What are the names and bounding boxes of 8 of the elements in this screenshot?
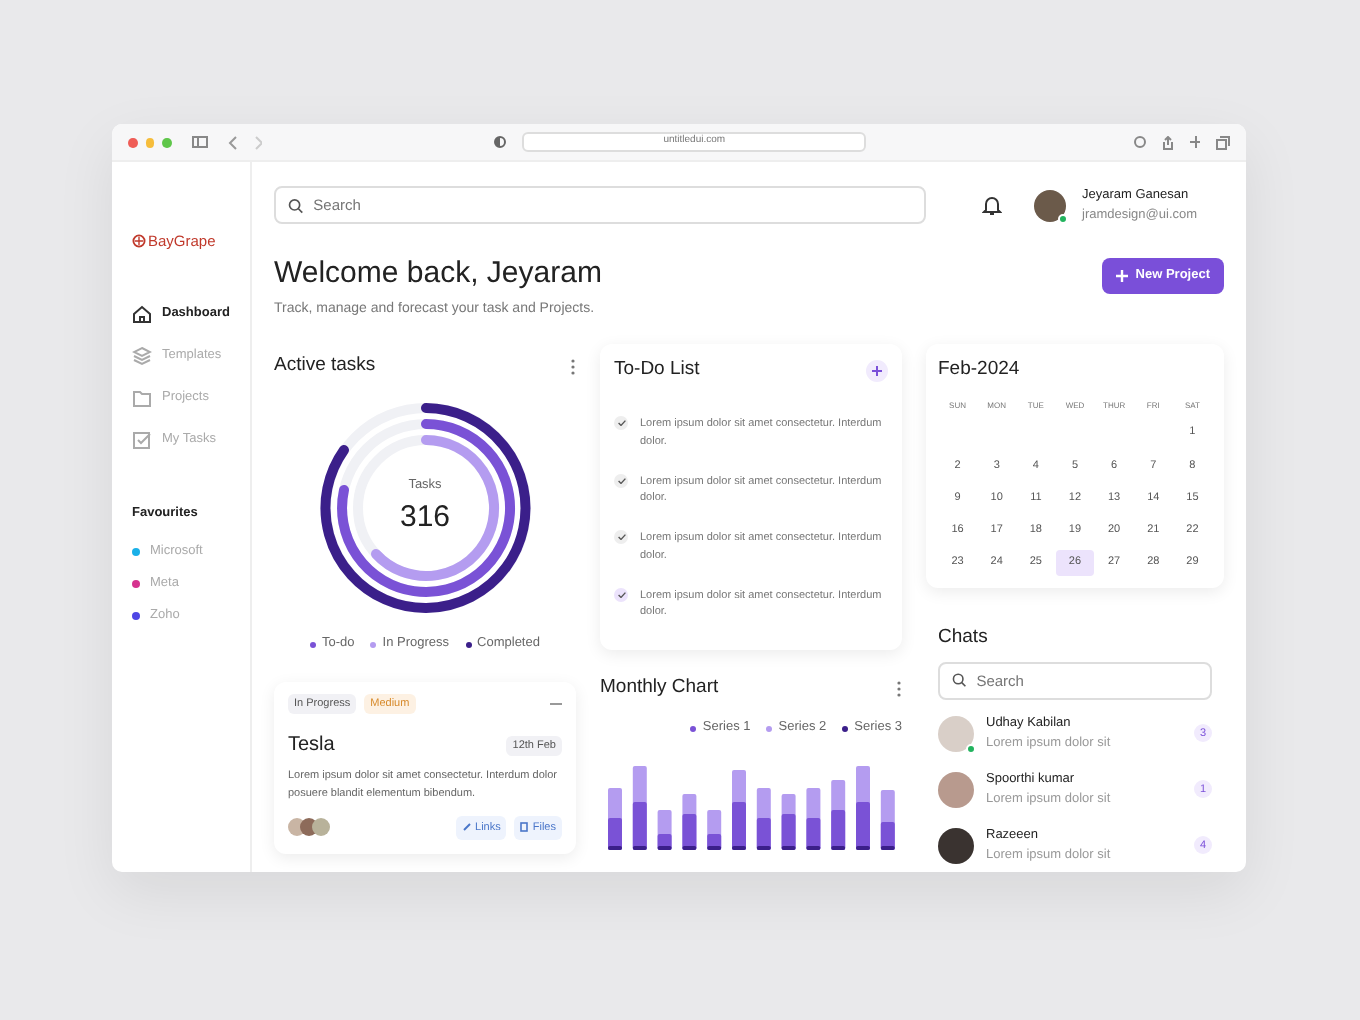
card-title: Active tasks (274, 352, 376, 380)
card-title: Monthly Chart (600, 674, 719, 702)
chart-center-value: 316 (399, 497, 451, 538)
welcome-heading: Welcome back, Jeyaram (274, 258, 602, 291)
task-title: Tesla (288, 732, 335, 761)
section-title: Chats (936, 623, 990, 651)
calendar-title: Feb-2024 (938, 356, 1022, 384)
card-title: To-Do List (614, 356, 700, 384)
